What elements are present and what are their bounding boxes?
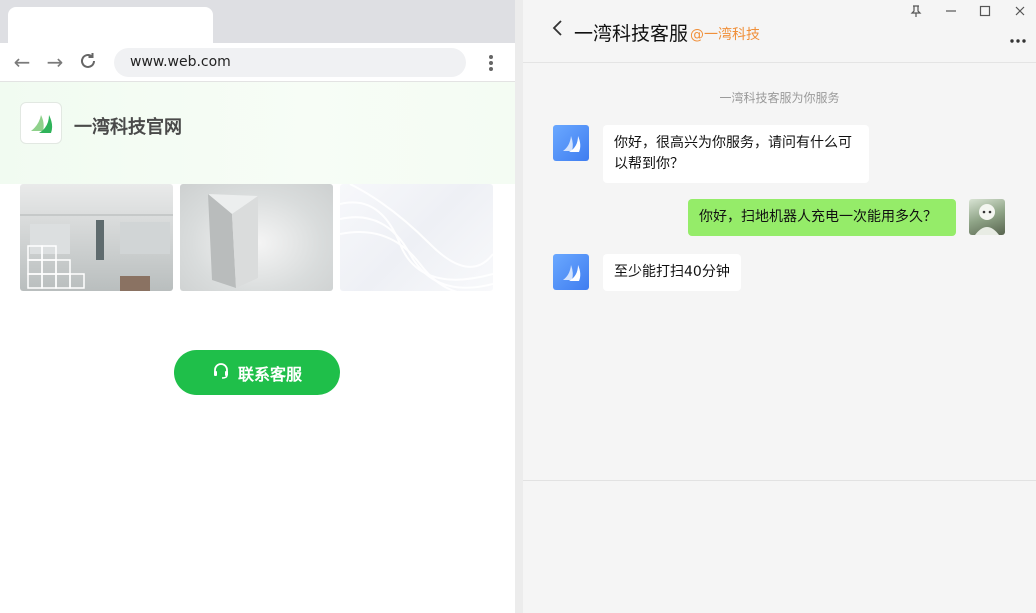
maximize-icon[interactable] bbox=[976, 4, 994, 22]
browser-toolbar: ← → www.web.com bbox=[0, 43, 515, 82]
bot-avatar[interactable] bbox=[553, 254, 589, 290]
kebab-menu-icon[interactable] bbox=[481, 52, 501, 74]
bot-logo-icon bbox=[563, 136, 581, 152]
chat-window: 一湾科技客服 @一湾科技 一湾科技客服为你服务 你好，很高兴为你服务，请问有什么… bbox=[523, 0, 1036, 613]
user-avatar[interactable] bbox=[969, 199, 1005, 235]
chat-title: 一湾科技客服 bbox=[574, 23, 689, 45]
browser-window: ← → www.web.com 一湾科技官网 联系客服 bbox=[0, 0, 515, 613]
headset-icon bbox=[212, 361, 230, 384]
logo-icon bbox=[31, 115, 53, 133]
chat-message-bot: 你好，很高兴为你服务，请问有什么可以帮到你？ bbox=[603, 125, 869, 183]
forward-arrow-icon[interactable]: → bbox=[44, 51, 66, 73]
bot-logo-icon bbox=[563, 265, 581, 281]
contact-support-button[interactable]: 联系客服 bbox=[174, 350, 340, 395]
back-arrow-icon[interactable]: ← bbox=[11, 51, 33, 73]
system-message: 一湾科技客服为你服务 bbox=[719, 91, 840, 105]
close-icon[interactable] bbox=[1011, 4, 1029, 22]
tab-strip bbox=[0, 0, 515, 43]
chat-header: 一湾科技客服 @一湾科技 bbox=[523, 0, 1036, 63]
message-input-area[interactable] bbox=[523, 480, 1036, 613]
contact-support-label: 联系客服 bbox=[237, 366, 302, 384]
chat-message-user: 你好，扫地机器人充电一次能用多久？ bbox=[688, 199, 956, 236]
site-logo[interactable] bbox=[20, 102, 62, 144]
minimize-icon[interactable] bbox=[942, 4, 960, 22]
chat-subtitle[interactable]: @一湾科技 bbox=[690, 24, 760, 44]
pane-divider[interactable] bbox=[515, 0, 523, 613]
reload-icon[interactable] bbox=[77, 51, 99, 73]
chat-message-bot: 至少能打扫40分钟 bbox=[603, 254, 741, 291]
browser-tab[interactable] bbox=[8, 7, 213, 43]
site-title: 一湾科技官网 bbox=[74, 117, 182, 138]
address-url: www.web.com bbox=[130, 54, 231, 70]
chevron-left-icon[interactable] bbox=[551, 18, 567, 40]
gallery-image-prism[interactable] bbox=[180, 184, 333, 291]
gallery-image-store[interactable] bbox=[20, 184, 173, 291]
pin-icon[interactable] bbox=[907, 4, 925, 22]
site-header: 一湾科技官网 bbox=[0, 82, 515, 184]
more-icon[interactable] bbox=[1009, 28, 1027, 49]
gallery-image-waves[interactable] bbox=[340, 184, 493, 291]
address-bar[interactable]: www.web.com bbox=[114, 48, 466, 77]
bot-avatar[interactable] bbox=[553, 125, 589, 161]
